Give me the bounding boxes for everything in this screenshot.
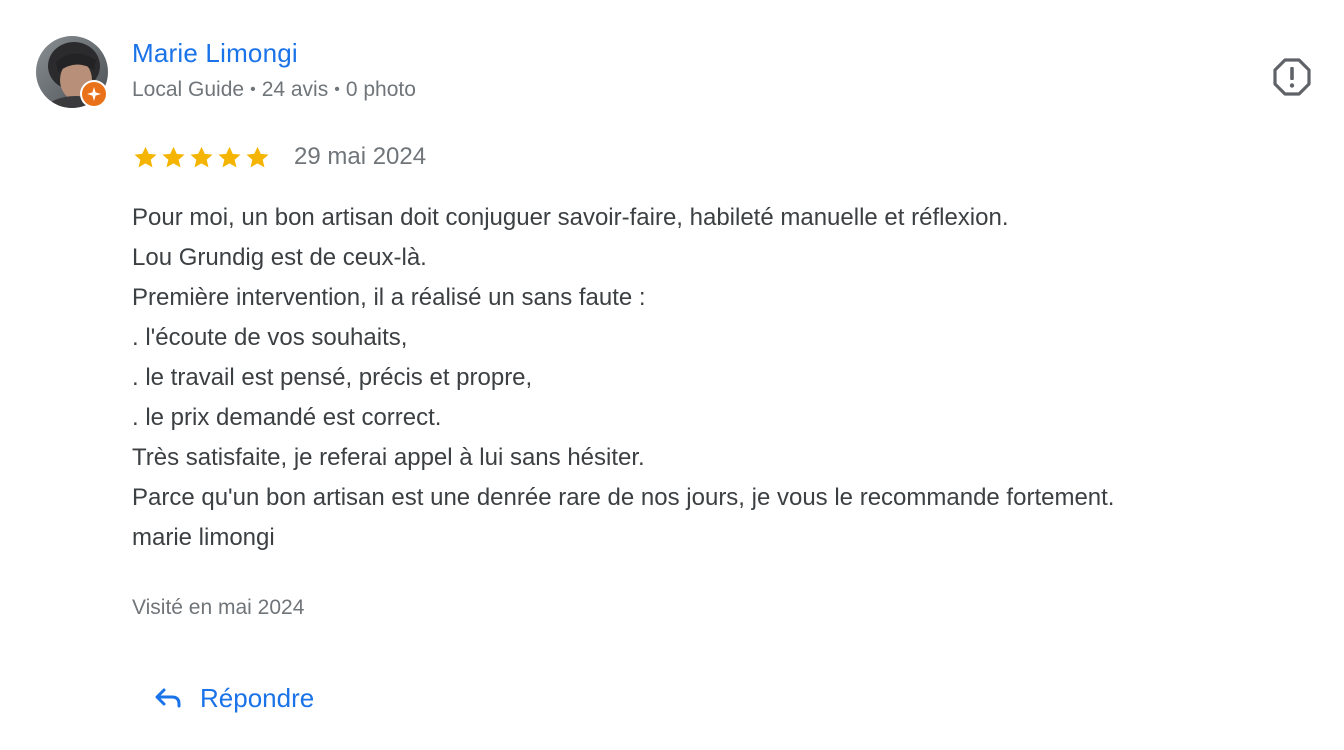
reply-label: Répondre [200,682,315,713]
review-text-line: marie limongi [132,524,275,551]
review-text-line: Parce qu'un bon artisan est une denrée r… [132,484,1115,511]
report-octagon-icon[interactable] [1272,57,1312,97]
review-text-line: Lou Grundig est de ceux-là. [132,244,427,271]
author-meta: Local Guide • 24 avis • 0 photo [132,78,416,102]
local-guide-label: Local Guide [132,78,245,101]
local-guide-badge-icon [80,80,108,108]
rating-row: 29 mai 2024 [132,140,426,174]
reply-button[interactable]: Répondre [142,672,324,724]
review-text-line: . le travail est pensé, précis et propre… [132,364,533,391]
reply-arrow-icon [155,688,181,708]
review-text-line: Très satisfaite, je referai appel à lui … [132,444,645,471]
meta-separator: • [250,81,256,98]
review-text-line: . le prix demandé est correct. [132,404,442,431]
photos-count: 0 photo [345,78,416,101]
author-avatar[interactable] [36,36,108,108]
review-date: 29 mai 2024 [294,143,427,170]
review-text: Pour moi, un bon artisan doit conjuguer … [132,198,1322,558]
star-icon [134,146,157,167]
star-rating [132,144,272,171]
star-icon [162,146,185,167]
review-text-line: Pour moi, un bon artisan doit conjuguer … [132,204,1009,231]
review-text-line: Première intervention, il a réalisé un s… [132,284,646,311]
review-text-line: . l'écoute de vos souhaits, [132,324,408,351]
author-name-link[interactable]: Marie Limongi [132,38,298,69]
star-icon [218,146,241,167]
visit-info: Visité en mai 2024 [132,596,305,619]
review-card: Marie Limongi Local Guide • 24 avis • 0 phot… [0,0,1344,750]
reviews-count: 24 avis [261,78,329,101]
meta-separator: • [334,81,340,98]
star-icon [190,146,213,167]
star-icon [246,146,269,167]
